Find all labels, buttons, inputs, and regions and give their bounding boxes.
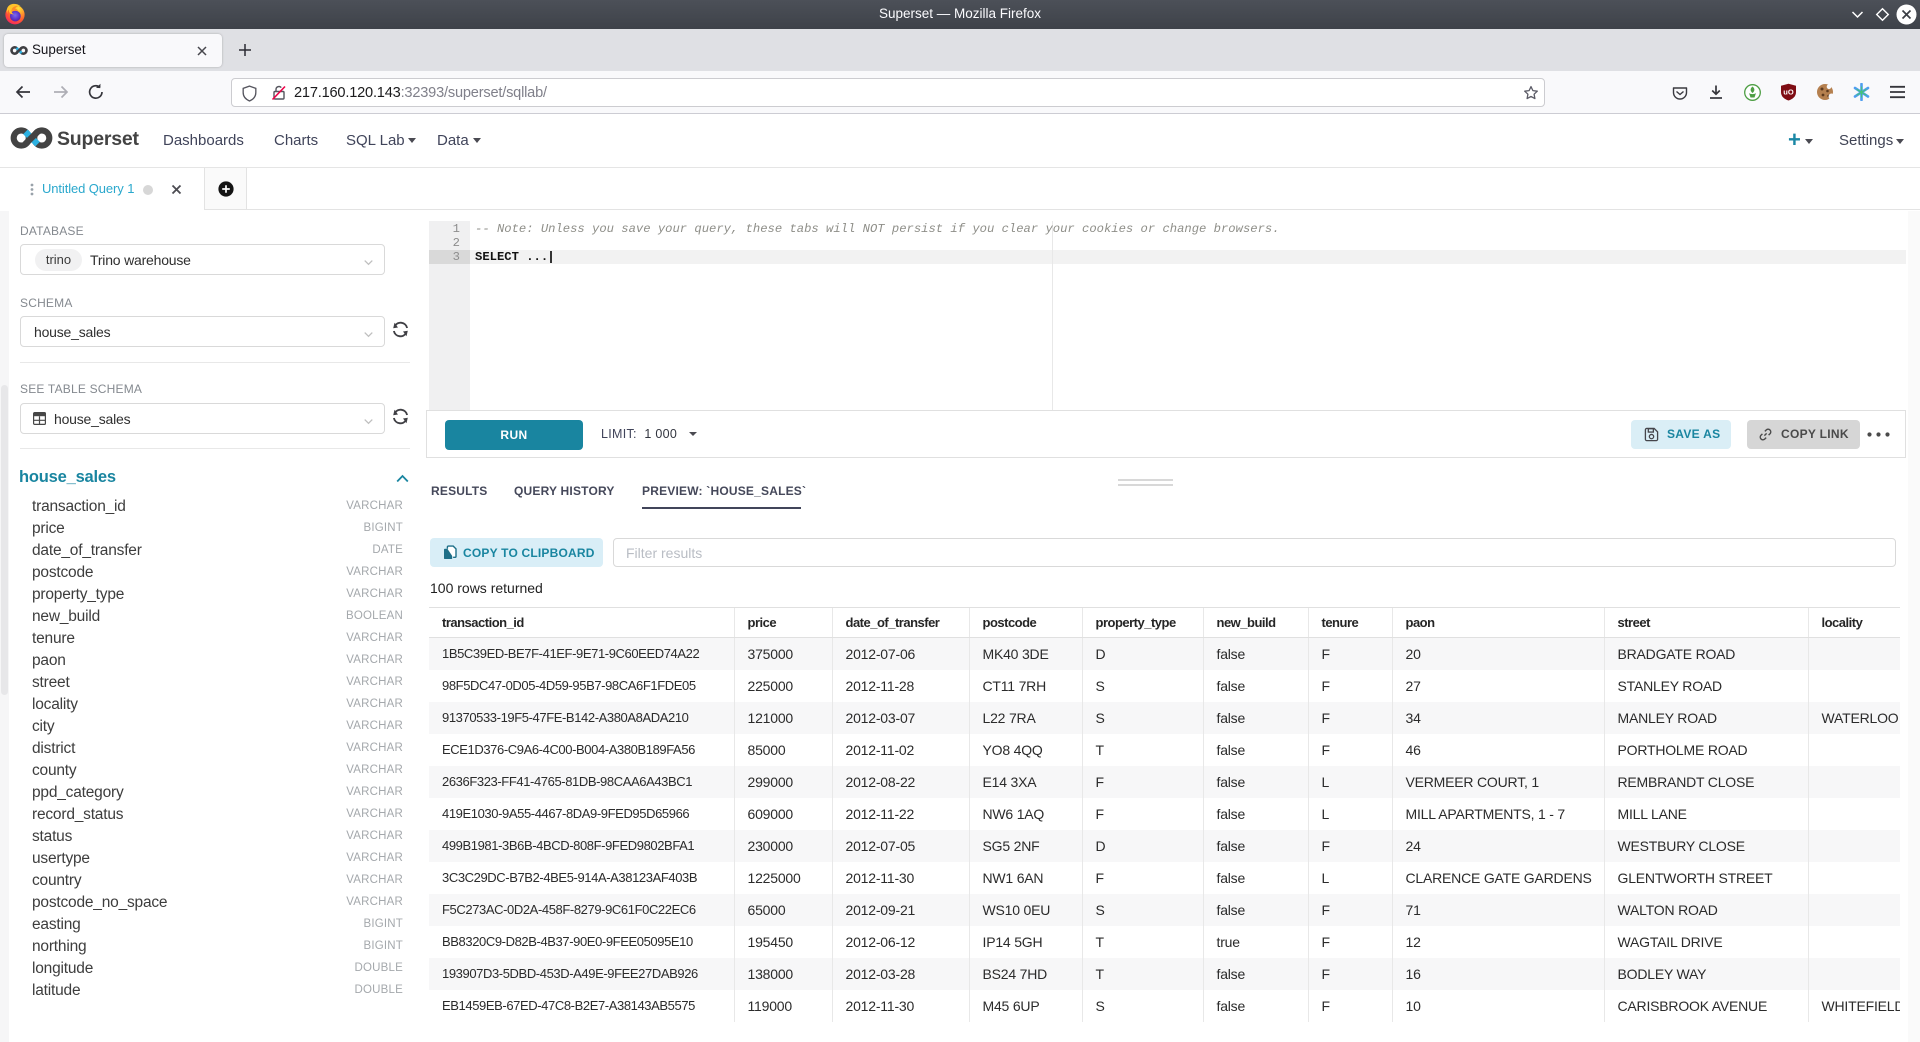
svg-text:uO: uO [1783,88,1794,97]
